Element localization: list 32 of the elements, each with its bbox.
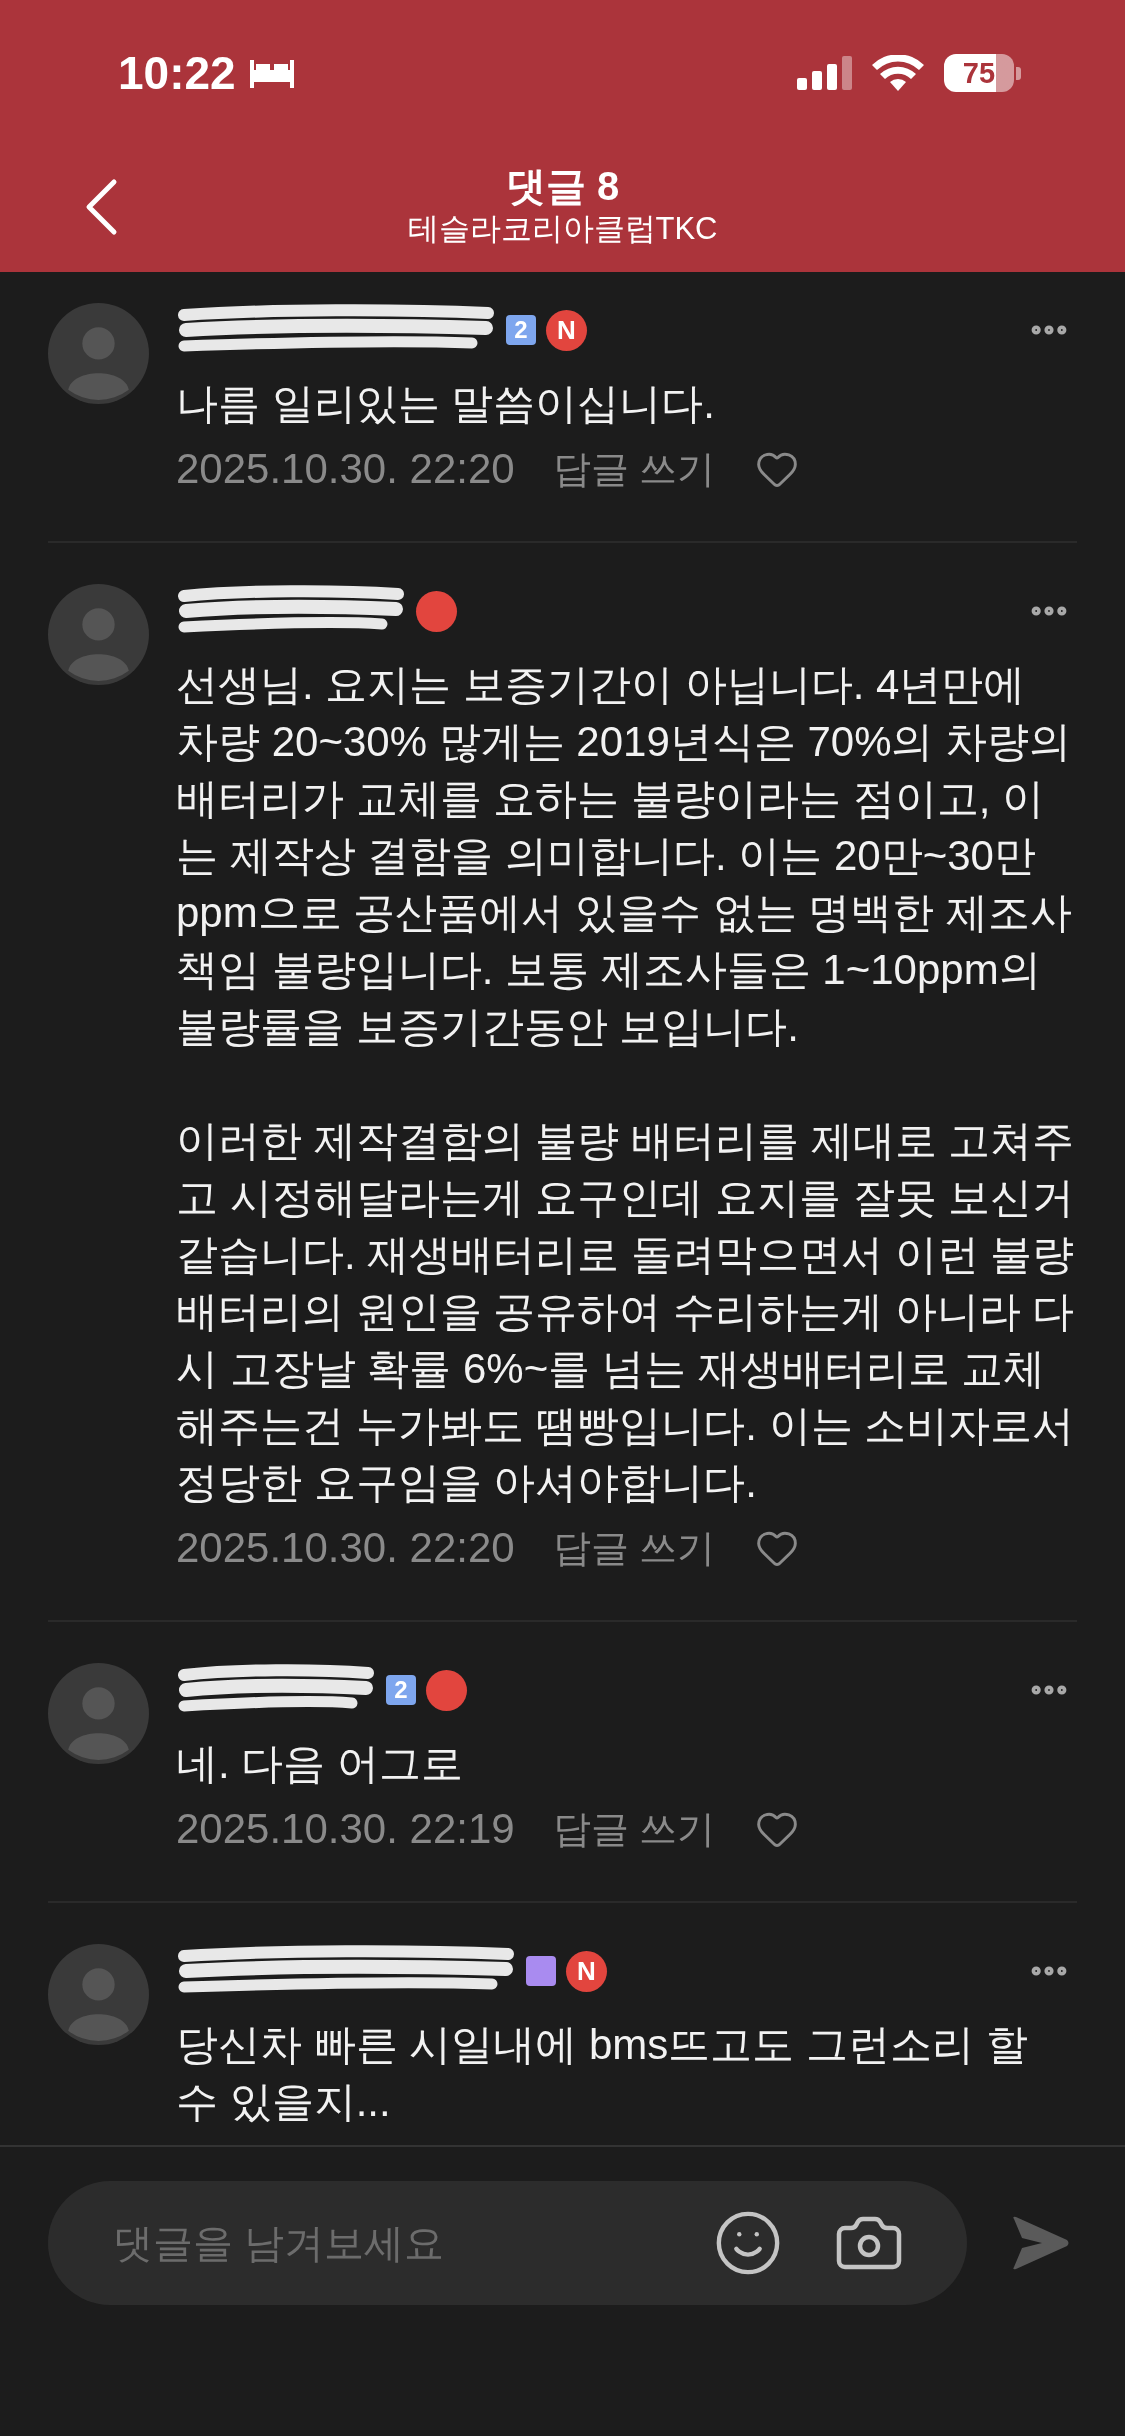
send-icon[interactable] — [1012, 2216, 1070, 2270]
back-icon[interactable] — [84, 178, 118, 236]
comment-date: 2025.10.30. 22:20 — [176, 1523, 515, 1573]
comment-text: 나름 일리있는 말씀이십니다. — [176, 379, 716, 429]
avatar-icon — [48, 303, 149, 404]
reply-link[interactable]: 답글 쓰기 — [552, 444, 716, 494]
avatar-icon — [48, 1944, 149, 2045]
avatar-icon — [48, 584, 149, 685]
new-badge-icon — [416, 590, 457, 632]
wifi-icon — [872, 55, 924, 91]
comment-composer[interactable]: 댓글을 남겨보세요 — [48, 2181, 967, 2305]
signal-icon — [797, 56, 852, 90]
comment-date: 2025.10.30. 22:20 — [176, 444, 515, 494]
reply-link[interactable]: 답글 쓰기 — [552, 1523, 716, 1573]
comment-text: 네. 다음 어그로 — [176, 1739, 464, 1789]
comment-text: 선생님. 요지는 보증기간이 아닙니다. 4년만에 차량 20~30% 많게는 2019년식은 70%의 차량의 배터리가 교체를 요하는 불량이라는 점이고, 이는 제작상 결함을 의미합니다. 이는 20만~30만ppm으로 공산품에서 있을수 없는 명백한 제조사 책임 불량입니다. 보통 제조사들은 1~10ppm의 불량률을 보증기간동안 보입니다. — [176, 660, 1074, 1052]
level-badge: 2 — [386, 1675, 416, 1705]
comment-date: 2025.10.30. 22:19 — [176, 1804, 515, 1854]
new-badge: N — [566, 1950, 607, 1992]
new-badge: N — [546, 309, 587, 351]
comment-text: 이러한 제작결함의 불량 배터리를 제대로 고쳐주고 시정해달라는게 요구인데 요지를 잘못 보신거 같습니다. 재생배터리로 돌려막으면서 이런 불량 배터리의 원인을 공유하여 수리하는게 아니라 다시 고장날 확률 6%~를 넘는 재생배터리로 교체해주는건 누가봐도 땜빵입니다. 이는 소비자로서 정당한 요구임을 아셔야합니다. — [176, 1116, 1076, 1508]
avatar-icon — [48, 1663, 149, 1764]
page-subtitle: 테슬라코리아클럽TKC — [407, 212, 718, 246]
level-badge: 2 — [506, 315, 536, 345]
comment-text: 당신차 빠른 시일내에 bms뜨고도 그런소리 할 수 있을지... — [176, 2020, 1029, 2127]
bed-icon — [247, 58, 296, 88]
status-time: 10:22 — [118, 50, 236, 96]
page-title: 댓글 8 — [505, 164, 620, 208]
battery-indicator: 75 — [944, 54, 1021, 92]
reply-link[interactable]: 답글 쓰기 — [552, 1804, 716, 1854]
new-badge-icon — [426, 1669, 467, 1711]
comment-input-field[interactable]: 댓글을 남겨보세요 — [113, 2213, 713, 2273]
